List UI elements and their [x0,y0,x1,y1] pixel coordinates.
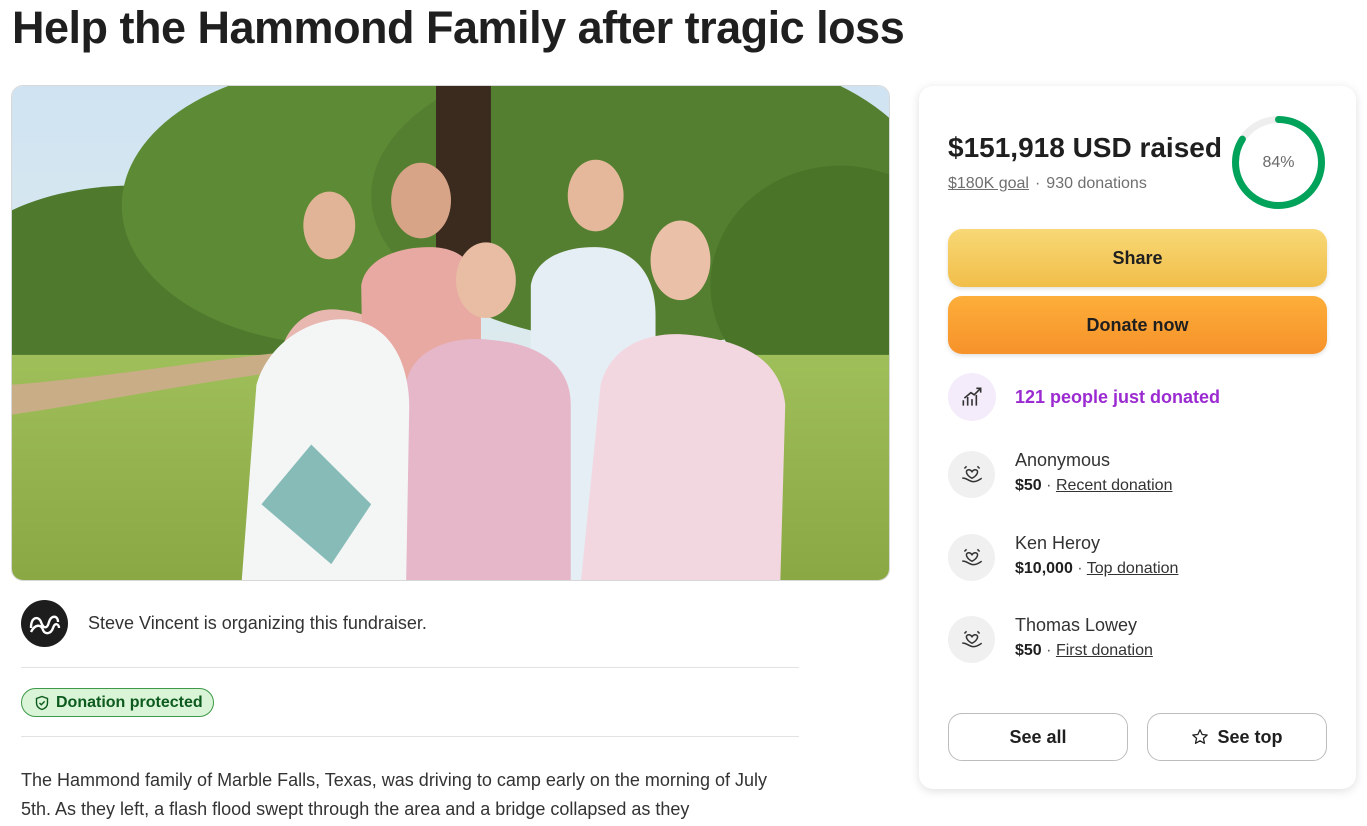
donor-name: Thomas Lowey [1015,615,1138,635]
first-donation-link[interactable]: First donation [1056,642,1153,659]
family-photo-image [12,86,889,580]
donation-protected-label: Donation protected [56,693,203,711]
heart-hand-icon [948,534,995,581]
goal-meta: $180K goal · 930 donations [948,175,1147,193]
shield-check-icon [35,695,49,710]
donor-detail: $50 · First donation [1015,642,1153,660]
donations-count: 930 donations [1046,175,1147,192]
donor-separator: · [1046,477,1052,494]
see-top-button[interactable]: See top [1147,713,1327,761]
donation-protected-badge[interactable]: Donation protected [21,688,214,717]
page-title: Help the Hammond Family after tragic los… [12,2,905,53]
organizer-section: Steve Vincent is organizing this fundrai… [21,600,799,668]
heart-hand-icon [948,451,995,498]
donor-detail: $50 · Recent donation [1015,477,1172,495]
protection-row: Donation protected [21,668,799,737]
organizer-text: Steve Vincent is organizing this fundrai… [88,613,427,633]
hero-photo [11,85,890,581]
see-all-label: See all [1009,726,1067,747]
recent-donors-trend: 121 people just donated [948,373,1220,421]
donor-separator: · [1077,560,1083,577]
donor-separator: · [1046,642,1052,659]
star-icon [1192,729,1209,744]
progress-percent: 84% [1262,153,1295,171]
donor-detail: $10,000 · Top donation [1015,560,1178,578]
recent-donation-link[interactable]: Recent donation [1056,477,1173,494]
see-all-button[interactable]: See all [948,713,1128,761]
donation-card: $151,918 USD raised $180K goal · 930 donat… [919,86,1356,789]
donate-now-button[interactable]: Donate now [948,296,1327,354]
amount-raised: $151,918 USD raised [948,132,1222,163]
see-top-label: See top [1217,726,1283,747]
donor-amount: $50 [1015,642,1042,659]
organizer-avatar[interactable] [21,600,68,647]
goal-link[interactable]: $180K goal [948,175,1029,192]
story-text: The Hammond family of Marble Falls, Texa… [21,770,767,819]
donor-amount: $10,000 [1015,560,1073,577]
meta-separator: · [1034,175,1041,192]
donor-amount: $50 [1015,477,1042,494]
sv-logo-icon [29,615,61,635]
heart-hand-icon [948,616,995,663]
trend-text: 121 people just donated [1015,386,1221,407]
top-donation-link[interactable]: Top donation [1087,560,1179,577]
trending-up-icon [948,373,996,421]
donor-name: Ken Heroy [1015,533,1101,553]
share-button[interactable]: Share [948,229,1327,287]
donor-name: Anonymous [1015,450,1111,470]
